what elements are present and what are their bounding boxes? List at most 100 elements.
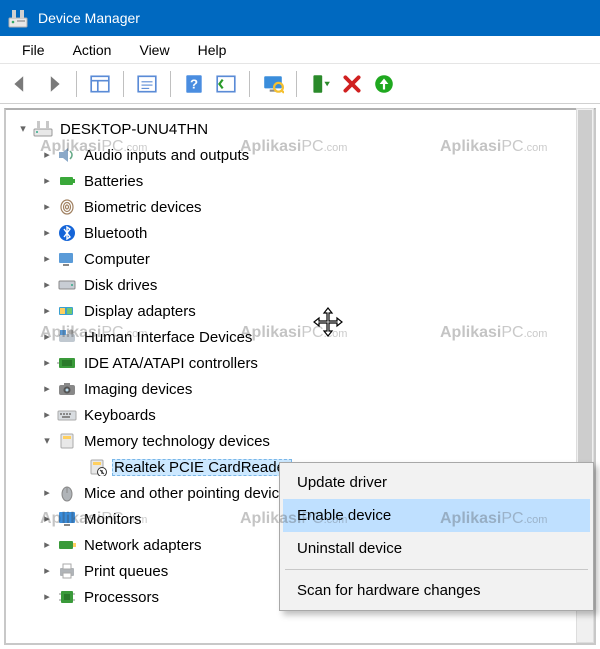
toolbar-separator — [123, 71, 124, 97]
chevron-right-icon[interactable]: ▸ — [40, 384, 54, 395]
update-driver-button[interactable] — [369, 69, 399, 99]
tree-item-bluetooth[interactable]: ▸ Bluetooth — [10, 220, 594, 246]
chevron-right-icon[interactable]: ▸ — [40, 202, 54, 213]
scan-monitor-button[interactable] — [258, 69, 288, 99]
properties-button[interactable] — [132, 69, 162, 99]
tree-item-biometric[interactable]: ▸ Biometric devices — [10, 194, 594, 220]
disk-icon — [56, 275, 78, 295]
menu-help[interactable]: Help — [184, 40, 241, 60]
enable-device-button[interactable] — [305, 69, 335, 99]
tree-item-label: Processors — [82, 589, 161, 606]
svg-text:?: ? — [190, 76, 198, 91]
ctx-enable-device[interactable]: Enable device — [283, 499, 590, 532]
tree-item-label: Imaging devices — [82, 381, 194, 398]
tree-item-hid[interactable]: ▸ Human Interface Devices — [10, 324, 594, 350]
chevron-right-icon[interactable]: ▸ — [40, 306, 54, 317]
chevron-down-icon[interactable]: ▾ — [40, 436, 54, 447]
speaker-icon — [56, 145, 78, 165]
tree-item-imaging[interactable]: ▸ Imaging devices — [10, 376, 594, 402]
chevron-right-icon[interactable]: ▸ — [40, 592, 54, 603]
ctx-update-driver[interactable]: Update driver — [283, 466, 590, 499]
ctx-scan-hardware[interactable]: Scan for hardware changes — [283, 574, 590, 607]
tree-item-ide[interactable]: ▸ IDE ATA/ATAPI controllers — [10, 350, 594, 376]
help-button[interactable]: ? — [179, 69, 209, 99]
menu-file[interactable]: File — [8, 40, 59, 60]
chevron-right-icon[interactable]: ▸ — [40, 176, 54, 187]
menu-bar: File Action View Help — [0, 36, 600, 64]
chevron-right-icon[interactable]: ▸ — [40, 254, 54, 265]
tree-item-audio[interactable]: ▸ Audio inputs and outputs — [10, 142, 594, 168]
chevron-right-icon[interactable]: ▸ — [40, 540, 54, 551]
tree-root-label: DESKTOP-UNU4THN — [58, 121, 210, 138]
battery-icon — [56, 171, 78, 191]
window-title: Device Manager — [38, 10, 140, 26]
menu-view[interactable]: View — [125, 40, 183, 60]
hid-icon — [56, 327, 78, 347]
tree-item-label: IDE ATA/ATAPI controllers — [82, 355, 260, 372]
chevron-right-icon[interactable]: ▸ — [40, 566, 54, 577]
tree-item-label: Audio inputs and outputs — [82, 147, 251, 164]
tree-item-label: Display adapters — [82, 303, 198, 320]
toolbar-separator — [296, 71, 297, 97]
ctx-uninstall-device[interactable]: Uninstall device — [283, 532, 590, 565]
computer-icon — [32, 119, 54, 139]
ide-icon — [56, 353, 78, 373]
cpu-icon — [56, 587, 78, 607]
chevron-right-icon[interactable]: ▸ — [40, 514, 54, 525]
tree-item-label: Realtek PCIE CardReader — [112, 459, 292, 476]
app-icon — [8, 8, 28, 28]
tree-item-keyboards[interactable]: ▸ Keyboards — [10, 402, 594, 428]
memory-card-disabled-icon — [86, 457, 108, 477]
tree-item-label: Biometric devices — [82, 199, 204, 216]
chevron-right-icon[interactable]: ▸ — [40, 228, 54, 239]
tree-item-label: Bluetooth — [82, 225, 149, 242]
scrollbar-thumb[interactable] — [578, 110, 592, 490]
title-bar: Device Manager — [0, 0, 600, 36]
tree-item-batteries[interactable]: ▸ Batteries — [10, 168, 594, 194]
tree-item-computer[interactable]: ▸ Computer — [10, 246, 594, 272]
twisty-blank: ▸ — [70, 462, 84, 473]
keyboard-icon — [56, 405, 78, 425]
tree-item-label: Batteries — [82, 173, 145, 190]
chevron-right-icon[interactable]: ▸ — [40, 410, 54, 421]
printer-icon — [56, 561, 78, 581]
chevron-right-icon[interactable]: ▸ — [40, 150, 54, 161]
chevron-down-icon[interactable]: ▾ — [16, 124, 30, 135]
chevron-right-icon[interactable]: ▸ — [40, 358, 54, 369]
tree-item-label: Computer — [82, 251, 152, 268]
nav-back-button[interactable] — [6, 69, 36, 99]
ctx-separator — [285, 569, 588, 570]
network-adapter-icon — [56, 535, 78, 555]
display-adapter-icon — [56, 301, 78, 321]
chevron-right-icon[interactable]: ▸ — [40, 280, 54, 291]
show-hide-tree-button[interactable] — [85, 69, 115, 99]
tree-item-label: Disk drives — [82, 277, 159, 294]
tree-item-label: Print queues — [82, 563, 170, 580]
nav-forward-button[interactable] — [38, 69, 68, 99]
tree-item-label: Mice and other pointing devices — [82, 485, 297, 502]
tree-item-disk[interactable]: ▸ Disk drives — [10, 272, 594, 298]
tree-item-label: Keyboards — [82, 407, 158, 424]
action-view-button[interactable] — [211, 69, 241, 99]
uninstall-button[interactable] — [337, 69, 367, 99]
chevron-right-icon[interactable]: ▸ — [40, 332, 54, 343]
toolbar-separator — [249, 71, 250, 97]
pc-icon — [56, 249, 78, 269]
tree-item-label: Monitors — [82, 511, 144, 528]
context-menu: Update driver Enable device Uninstall de… — [279, 462, 594, 611]
memory-card-icon — [56, 431, 78, 451]
toolbar-separator — [170, 71, 171, 97]
tree-item-label: Memory technology devices — [82, 433, 272, 450]
camera-icon — [56, 379, 78, 399]
menu-action[interactable]: Action — [59, 40, 126, 60]
bluetooth-icon — [56, 223, 78, 243]
tree-root[interactable]: ▾ DESKTOP-UNU4THN — [10, 116, 594, 142]
tree-item-memory-tech[interactable]: ▾ Memory technology devices — [10, 428, 594, 454]
monitor-icon — [56, 509, 78, 529]
toolbar-separator — [76, 71, 77, 97]
tree-item-display[interactable]: ▸ Display adapters — [10, 298, 594, 324]
tree-item-label: Human Interface Devices — [82, 329, 254, 346]
chevron-right-icon[interactable]: ▸ — [40, 488, 54, 499]
tree-item-label: Network adapters — [82, 537, 204, 554]
fingerprint-icon — [56, 197, 78, 217]
